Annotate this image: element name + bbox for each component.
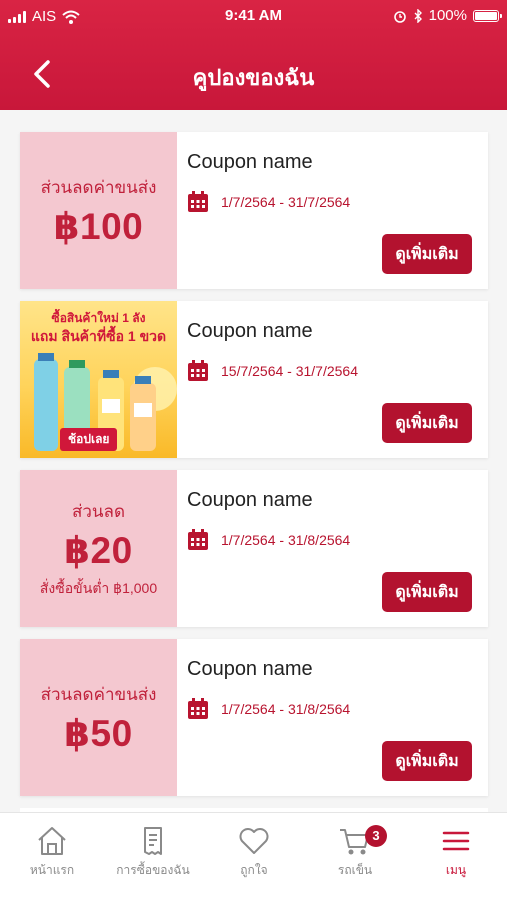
coupon-date-text: 1/7/2564 - 31/7/2564 <box>221 194 351 210</box>
discount-label: ส่วนลดค่าขนส่ง <box>40 684 157 704</box>
coupon-card[interactable]: ส่วนลด ฿20 สั่งซื้อขั้นต่ำ ฿1,000 Coupon… <box>20 470 488 627</box>
receipt-icon <box>144 827 162 855</box>
bluetooth-icon <box>414 8 422 23</box>
page-title: คูปองของฉัน <box>192 65 315 90</box>
tab-cart[interactable]: 3 รถเข็น <box>305 825 405 880</box>
coupon-card[interactable]: ซื้อสินค้าใหม่ 1 ลัง แถม สินค้าที่ซื้อ 1… <box>20 301 488 458</box>
app-header: AIS 9:41 AM 100% คูปองของฉัน <box>0 0 507 110</box>
coupon-card[interactable]: ส่วนลดค่าขนส่ง ฿100 Coupon name 1/7/2564… <box>20 132 488 289</box>
bottom-tab-bar: หน้าแรก การซื้อของฉัน ถูกใจ 3 รถเข็น เมน… <box>0 812 507 900</box>
tab-menu[interactable]: เมนู <box>406 825 506 880</box>
coupon-name: Coupon name <box>187 151 313 173</box>
view-more-button[interactable]: ดูเพิ่มเติม <box>382 234 472 274</box>
coupon-discount-panel: ส่วนลด ฿20 สั่งซื้อขั้นต่ำ ฿1,000 <box>20 470 177 627</box>
coupon-name: Coupon name <box>187 489 313 511</box>
discount-amount: ฿20 <box>64 529 133 571</box>
coupon-discount-panel: ส่วนลดค่าขนส่ง ฿100 <box>20 132 177 289</box>
coupon-name: Coupon name <box>187 658 313 680</box>
battery-icon <box>473 9 502 22</box>
promo-shop-label: ช้อปเลย <box>60 428 118 451</box>
home-icon <box>38 827 66 855</box>
view-more-button[interactable]: ดูเพิ่มเติม <box>382 403 472 443</box>
calendar-icon <box>188 360 208 381</box>
promo-line2: แถม สินค้าที่ซื้อ 1 ขวด <box>30 328 167 344</box>
tab-favorites[interactable]: ถูกใจ <box>204 825 304 880</box>
coupon-date: 1/7/2564 - 31/8/2564 <box>187 698 350 720</box>
coupon-date: 15/7/2564 - 31/7/2564 <box>187 360 358 382</box>
coupon-date-text: 1/7/2564 - 31/8/2564 <box>221 701 351 717</box>
view-more-button[interactable]: ดูเพิ่มเติม <box>382 572 472 612</box>
alarm-icon <box>393 10 406 23</box>
coupon-date-text: 15/7/2564 - 31/7/2564 <box>221 363 359 379</box>
tab-label: เมนู <box>445 863 467 877</box>
coupon-date: 1/7/2564 - 31/7/2564 <box>187 191 350 213</box>
menu-icon <box>442 831 470 851</box>
coupon-date-text: 1/7/2564 - 31/8/2564 <box>221 532 351 548</box>
heart-icon <box>239 828 269 854</box>
status-right: 100% <box>393 7 502 24</box>
coupon-list[interactable]: ส่วนลดค่าขนส่ง ฿100 Coupon name 1/7/2564… <box>0 112 507 812</box>
tab-label: การซื้อของฉัน <box>116 863 190 877</box>
tab-home[interactable]: หน้าแรก <box>2 825 102 880</box>
discount-amount: ฿50 <box>64 712 133 754</box>
calendar-icon <box>188 191 208 212</box>
calendar-icon <box>188 529 208 550</box>
coupon-card[interactable]: ส่วนลดค่าขนส่ง ฿50 Coupon name 1/7/2564 … <box>20 639 488 796</box>
coupon-name: Coupon name <box>187 320 313 342</box>
discount-label: ส่วนลดค่าขนส่ง <box>40 177 157 197</box>
tab-label: หน้าแรก <box>29 863 75 877</box>
tab-my-purchases[interactable]: การซื้อของฉัน <box>103 825 203 880</box>
minimum-order: สั่งซื้อขั้นต่ำ ฿1,000 <box>39 579 158 596</box>
battery-percent: 100% <box>428 7 467 24</box>
status-bar: AIS 9:41 AM 100% <box>0 0 507 32</box>
cart-badge: 3 <box>365 825 387 847</box>
coupon-date: 1/7/2564 - 31/8/2564 <box>187 529 350 551</box>
discount-label: ส่วนลด <box>71 501 125 521</box>
discount-amount: ฿100 <box>53 205 144 247</box>
calendar-icon <box>188 698 208 719</box>
tab-label: ถูกใจ <box>240 863 268 877</box>
tab-label: รถเข็น <box>337 863 373 877</box>
coupon-discount-panel: ส่วนลดค่าขนส่ง ฿50 <box>20 639 177 796</box>
view-more-button[interactable]: ดูเพิ่มเติม <box>382 741 472 781</box>
promo-image: ซื้อสินค้าใหม่ 1 ลัง แถม สินค้าที่ซื้อ 1… <box>20 301 177 458</box>
